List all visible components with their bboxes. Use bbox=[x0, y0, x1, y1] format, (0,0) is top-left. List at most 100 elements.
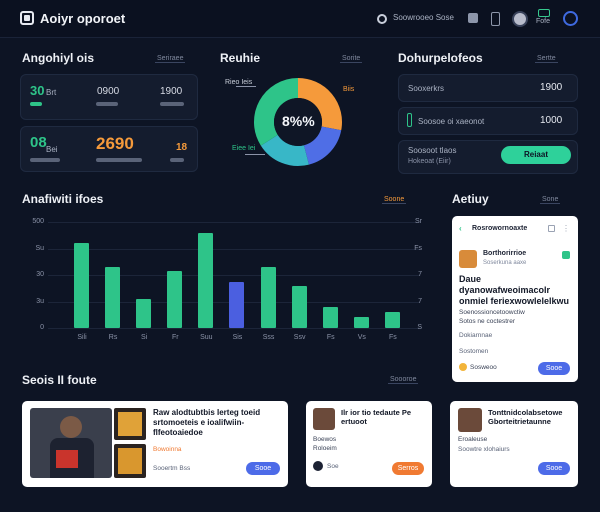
dashboard-row3-label: Soosoot tlaos bbox=[408, 146, 457, 155]
chart-gridline bbox=[48, 275, 420, 276]
copy-icon[interactable] bbox=[548, 225, 555, 232]
activity-body-1: Soenossioncetoowctiw bbox=[459, 309, 525, 316]
chart-ytick-right: Fs bbox=[414, 244, 422, 252]
dashboard-row2-icon bbox=[407, 113, 412, 127]
chart-xtick: Sis bbox=[232, 334, 243, 341]
chart-xtick: Si bbox=[141, 334, 148, 341]
chart-ytick-right: S bbox=[417, 324, 422, 331]
chart-ytick-right: Sr bbox=[415, 218, 422, 225]
post-1-link[interactable]: Bowoinna bbox=[153, 446, 182, 453]
post-2-title: Ilr ior tio tedaute Pe ertuoot bbox=[341, 408, 412, 426]
dashboard-row3-sub: Hokeoat (Eiir) bbox=[408, 158, 451, 165]
app-title: Aoiyr oporoet bbox=[40, 11, 126, 26]
search-text[interactable]: Soowrooeo Sose bbox=[393, 13, 454, 22]
post-2-button[interactable]: Serros bbox=[392, 462, 424, 475]
dashboard-row2-value: 1000 bbox=[540, 115, 563, 126]
post-3-meta: Soowtre xlohaiurs bbox=[458, 446, 510, 453]
posts-filter[interactable]: Soooroe bbox=[388, 376, 419, 384]
donut-label-top: Rieo Ieis bbox=[225, 79, 253, 86]
user-avatar[interactable] bbox=[512, 11, 528, 27]
activity-title: Aetiuy bbox=[452, 192, 489, 206]
donut-leader-1 bbox=[236, 86, 256, 87]
status-icon bbox=[538, 9, 550, 17]
chart-bar[interactable] bbox=[322, 306, 338, 328]
donut-leader-2 bbox=[245, 154, 265, 155]
chart-xtick: Fs bbox=[326, 334, 335, 341]
chart-bar[interactable] bbox=[260, 266, 276, 328]
stat-value-1a: 0900 bbox=[97, 86, 120, 97]
post-1-thumb-2 bbox=[114, 444, 146, 478]
stat-icon-2: 08 bbox=[30, 134, 47, 151]
chart-gridline bbox=[48, 248, 420, 250]
post-2-sub: Roloeim bbox=[313, 445, 337, 452]
posts-title: Seois II foute bbox=[22, 373, 97, 387]
chart-bar[interactable] bbox=[74, 243, 89, 328]
analytics-filter[interactable]: Seriraee bbox=[155, 55, 186, 63]
phone-icon[interactable] bbox=[491, 12, 500, 26]
post-2-avatar bbox=[313, 408, 335, 430]
stat-value-2b: 18 bbox=[176, 142, 188, 153]
activity-card-title: Rosrowornoaxte bbox=[472, 225, 528, 232]
chart-xtick: Fs bbox=[389, 334, 397, 341]
donut-filter[interactable]: Sorite bbox=[340, 55, 363, 63]
post-3-title: Tonttnidcolabsetowe Gborteitrietaunne bbox=[488, 408, 563, 426]
dashboard-row1-label: Sooxerkrs bbox=[408, 84, 445, 93]
chart-bar[interactable] bbox=[198, 232, 214, 328]
chart-ytick-right: 7 bbox=[418, 297, 422, 305]
post-2-author: Boewos bbox=[313, 436, 337, 443]
chart-bar[interactable] bbox=[384, 312, 400, 328]
post-1-button[interactable]: Sooe bbox=[246, 462, 280, 475]
stat-card-1 bbox=[20, 74, 198, 120]
donut-label-right: Biis bbox=[343, 86, 355, 93]
chart-ytick: 3u bbox=[36, 297, 44, 305]
app-logo-icon bbox=[20, 11, 34, 25]
stat-subrow-1 bbox=[30, 102, 190, 108]
post-3-avatar bbox=[458, 408, 482, 432]
post-2-meta: Soe bbox=[327, 463, 339, 470]
chart-ytick: 0 bbox=[40, 324, 44, 331]
activity-user-name: Borthorirrioe bbox=[483, 250, 527, 257]
chart-filter[interactable]: Soone bbox=[382, 196, 407, 204]
dashboard-row2-label: Soosoe oi xaeonot bbox=[418, 117, 485, 126]
chart-bar[interactable] bbox=[105, 266, 121, 328]
chart-xtick: Vs bbox=[357, 334, 366, 341]
chart-bar[interactable] bbox=[291, 285, 307, 328]
back-chevron-icon[interactable]: ‹ bbox=[459, 224, 462, 233]
profile-label[interactable]: Fofe bbox=[536, 18, 550, 25]
stat-icon-1: 30 bbox=[30, 83, 45, 98]
activity-button[interactable]: Sooe bbox=[538, 362, 570, 375]
chart-title: Anafiwiti ifoes bbox=[22, 192, 104, 206]
chart-xtick: Rs bbox=[108, 334, 118, 341]
post-3-author: Eroaleuse bbox=[458, 436, 488, 443]
verified-icon bbox=[562, 251, 570, 259]
chart-bar[interactable] bbox=[136, 299, 152, 328]
dashboard-title: Dohurpelofeos bbox=[398, 51, 483, 65]
chart-gridline bbox=[48, 328, 420, 329]
notification-icon[interactable] bbox=[468, 13, 478, 23]
chart-bar[interactable] bbox=[229, 282, 245, 328]
activity-user-sub: Soserkuna aaxe bbox=[483, 260, 527, 266]
chart-xtick: Fr bbox=[171, 334, 179, 341]
activity-meta-2: Sostomen bbox=[459, 348, 489, 355]
chart-bar[interactable] bbox=[167, 270, 183, 328]
dashboard-filter[interactable]: Sertte bbox=[535, 55, 558, 63]
chart-ytick: Su bbox=[35, 244, 44, 252]
chart-xtick: Sss bbox=[262, 334, 275, 341]
dashboard-action-button[interactable]: Reiaat bbox=[501, 146, 571, 164]
activity-footer-icon bbox=[459, 363, 467, 371]
more-icon[interactable]: ⋮ bbox=[562, 224, 570, 233]
activity-filter[interactable]: Sone bbox=[540, 196, 561, 204]
activity-avatar bbox=[459, 250, 477, 268]
post-1-image bbox=[30, 408, 112, 478]
activity-headline: Daue dyanowafweoimacolr onmiel feriexwow… bbox=[459, 274, 570, 306]
stat-label-1: Brt bbox=[46, 88, 57, 97]
stat-subrow-2 bbox=[30, 158, 190, 164]
search-icon[interactable] bbox=[377, 14, 387, 24]
post-3-button[interactable]: Sooe bbox=[538, 462, 570, 475]
activity-meta-1: Dokiarnnae bbox=[459, 332, 493, 339]
post-1-thumb-1 bbox=[114, 408, 146, 440]
chart-gridline bbox=[48, 222, 420, 223]
chart-xtick: Suu bbox=[200, 334, 213, 341]
settings-icon[interactable] bbox=[563, 11, 578, 26]
chart-bar[interactable] bbox=[353, 317, 369, 328]
